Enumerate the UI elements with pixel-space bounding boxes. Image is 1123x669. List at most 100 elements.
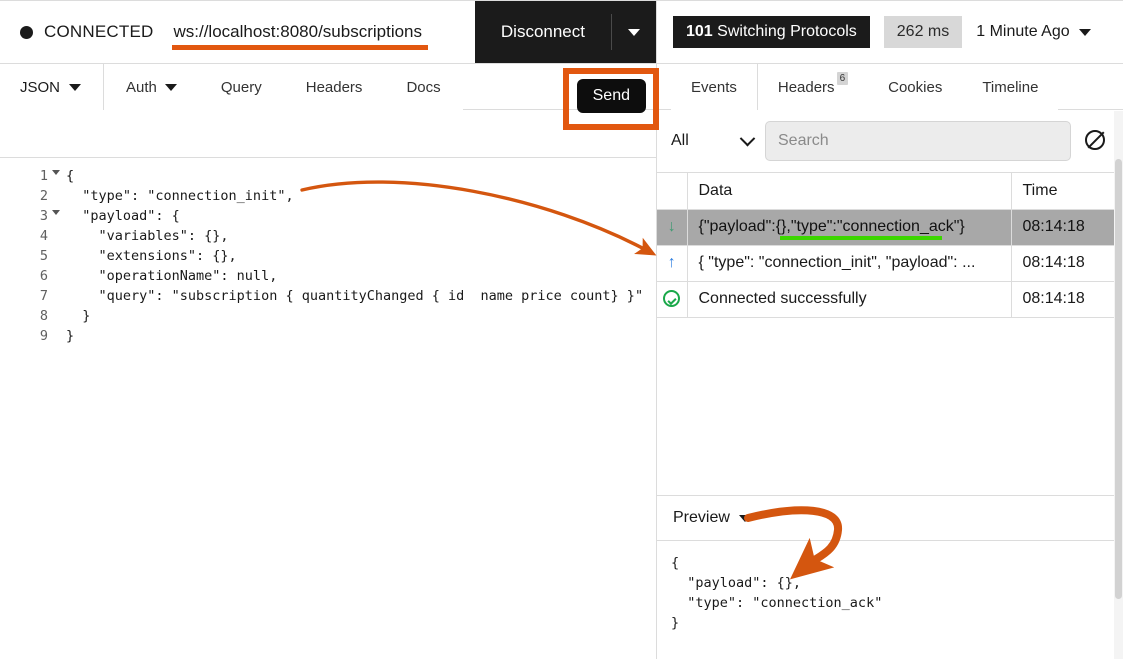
timestamp-dropdown[interactable]: 1 Minute Ago xyxy=(976,23,1091,41)
request-body-editor[interactable]: 1 {2 "type": "connection_init", 3 "payload… xyxy=(0,158,656,669)
cell-data: {"payload":{},"type":"connection_ack"} xyxy=(687,209,1012,246)
tab-timeline[interactable]: Timeline xyxy=(962,64,1058,110)
line-number: 1 xyxy=(0,166,60,186)
line-number: 9 xyxy=(39,328,48,344)
tab-timeline-label: Timeline xyxy=(982,78,1039,96)
chevron-down-icon xyxy=(164,83,177,91)
events-filter-bar: All xyxy=(657,110,1123,172)
tab-headers-label: Headers xyxy=(305,78,363,96)
chevron-down-icon xyxy=(739,130,756,146)
tab-events-label: Events xyxy=(691,78,737,96)
cell-direction: ↑ xyxy=(657,245,688,282)
cell-direction: ↓ xyxy=(657,209,688,246)
url-highlight-underline xyxy=(172,45,429,50)
connection-status-dot-icon xyxy=(20,25,33,39)
tab-docs-label: Docs xyxy=(406,78,441,96)
editor-line-text: "query": "subscription { quantityChanged… xyxy=(66,288,644,304)
editor-line-text: "payload": { xyxy=(66,208,180,224)
tab-auth[interactable]: Auth xyxy=(104,64,199,110)
disconnect-group: Disconnect xyxy=(474,1,656,63)
websocket-client-app: CONNECTED ws://localhost:8080/subscripti… xyxy=(0,0,1123,669)
annotation-underline xyxy=(779,235,942,240)
scrollbar-thumb[interactable] xyxy=(1115,159,1122,599)
line-number: 7 xyxy=(39,288,48,304)
chevron-down-icon xyxy=(628,28,640,36)
preview-label: Preview xyxy=(673,509,730,526)
tab-events[interactable]: Events xyxy=(670,64,758,111)
arrow-up-icon: ↑ xyxy=(667,254,676,271)
tab-headers-label: Headers xyxy=(777,78,835,96)
line-number: 5 xyxy=(39,248,48,264)
cell-time: 08:14:18 xyxy=(1011,245,1123,282)
editor-line: 9} xyxy=(0,326,656,346)
editor-line: 6 "operationName": null, xyxy=(0,266,656,286)
event-type-filter-select[interactable]: All xyxy=(671,130,756,150)
request-tabs: Auth Query Headers Docs xyxy=(104,64,463,110)
response-status-bar: 101 Switching Protocols 262 ms 1 Minute … xyxy=(657,0,1123,64)
fold-triangle-icon[interactable] xyxy=(52,170,60,175)
response-tabstrip: Events Headers 6 Cookies Timeline xyxy=(657,64,1123,111)
arrow-down-icon: ↓ xyxy=(667,218,676,235)
search-input[interactable] xyxy=(765,121,1071,161)
body-type-label: JSON xyxy=(20,78,61,96)
editor-line-text: "operationName": null, xyxy=(66,268,278,284)
chevron-down-icon xyxy=(1078,28,1091,36)
editor-line: 7 "query": "subscription { quantityChang… xyxy=(0,286,656,306)
events-table-head: Data Time xyxy=(657,173,1123,210)
status-badge: 101 Switching Protocols xyxy=(673,16,870,48)
editor-line: 5 "extensions": {}, xyxy=(0,246,656,266)
cell-time: 08:14:18 xyxy=(1011,281,1123,318)
response-panel-scrollbar[interactable] xyxy=(1114,111,1123,659)
events-table-container: Data Time ↓ {"payload":{},"type":"connect… xyxy=(657,172,1123,495)
disconnect-dropdown-button[interactable] xyxy=(612,1,656,63)
response-tabstrip-filler xyxy=(1058,64,1123,110)
cell-data: { "type": "connection_init", "payload": … xyxy=(687,245,1012,282)
connection-status: CONNECTED xyxy=(0,1,161,63)
send-row: Send xyxy=(0,68,659,158)
preview-header: Preview xyxy=(657,495,1123,541)
events-table-body: ↓ {"payload":{},"type":"connection_ack"} 0… xyxy=(657,209,1123,318)
tab-headers[interactable]: Headers xyxy=(284,64,385,110)
duration-badge: 262 ms xyxy=(883,16,963,48)
table-row[interactable]: ↑ { "type": "connection_init", "payload":… xyxy=(657,245,1123,282)
status-text: Switching Protocols xyxy=(717,23,857,40)
preview-content: { "payload": {}, "type": "connection_ack… xyxy=(671,555,883,631)
status-code: 101 xyxy=(686,23,713,40)
tabstrip-left-edge xyxy=(657,64,671,110)
event-type-filter-value: All xyxy=(671,132,689,149)
editor-line-text: "type": "connection_init", xyxy=(66,188,294,204)
tab-auth-label: Auth xyxy=(126,78,157,96)
editor-line-text: { xyxy=(66,168,75,184)
editor-line-text: } xyxy=(66,308,91,324)
disconnect-button[interactable]: Disconnect xyxy=(474,1,611,63)
events-table: Data Time ↓ {"payload":{},"type":"connect… xyxy=(657,173,1123,318)
line-number: 3 xyxy=(0,206,60,226)
line-number: 8 xyxy=(39,308,48,324)
editor-line-text: } xyxy=(66,328,75,344)
col-time: Time xyxy=(1011,173,1123,210)
send-button[interactable]: Send xyxy=(576,79,646,113)
fold-triangle-icon[interactable] xyxy=(52,210,60,215)
editor-line-text: "extensions": {}, xyxy=(66,248,237,264)
editor-line: 8 } xyxy=(0,306,656,326)
connection-status-label: CONNECTED xyxy=(44,22,154,41)
chevron-down-icon xyxy=(738,514,751,522)
clear-events-icon[interactable] xyxy=(1083,128,1109,154)
tab-cookies[interactable]: Cookies xyxy=(868,64,962,110)
connection-topbar: CONNECTED ws://localhost:8080/subscripti… xyxy=(0,0,656,64)
websocket-url-value: ws://localhost:8080/subscriptions xyxy=(173,22,423,41)
preview-toggle[interactable]: Preview xyxy=(673,509,751,527)
tab-docs[interactable]: Docs xyxy=(384,64,462,110)
body-type-select[interactable]: JSON xyxy=(0,64,105,110)
tab-headers[interactable]: Headers 6 xyxy=(758,64,868,110)
tab-query[interactable]: Query xyxy=(199,64,284,110)
table-row[interactable]: ↓ {"payload":{},"type":"connection_ack"} 0… xyxy=(657,209,1123,246)
cell-time: 08:14:18 xyxy=(1011,209,1123,246)
check-circle-icon xyxy=(663,290,681,308)
line-number: 6 xyxy=(39,268,48,284)
table-row[interactable]: Connected successfully 08:14:18 xyxy=(657,281,1123,318)
websocket-url-field[interactable]: ws://localhost:8080/subscriptions xyxy=(161,1,474,63)
line-number: 2 xyxy=(39,188,48,204)
cell-direction xyxy=(657,281,688,318)
response-panel: 101 Switching Protocols 262 ms 1 Minute … xyxy=(656,0,1123,659)
